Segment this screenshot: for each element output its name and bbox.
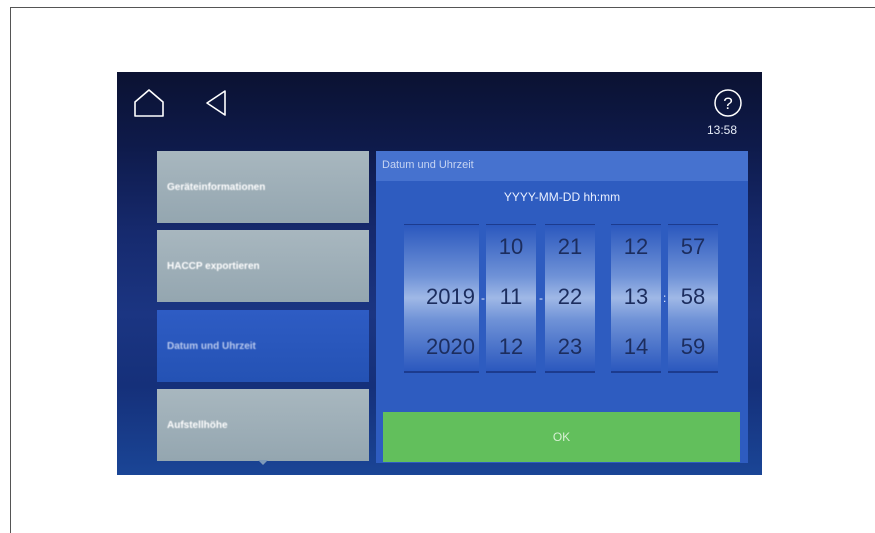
hour-prev[interactable]: 12 xyxy=(611,234,661,260)
svg-text:?: ? xyxy=(723,94,732,113)
menu-item-label: Geräteinformationen xyxy=(167,181,266,193)
help-icon[interactable]: ? xyxy=(713,88,743,118)
clock-display: 13:58 xyxy=(707,123,738,137)
hour-picker[interactable]: 12 13 14 xyxy=(611,224,661,373)
year-picker[interactable]: 2019 2020 xyxy=(404,224,479,373)
menu-item-altitude[interactable]: Aufstellhöhe xyxy=(157,389,369,461)
date-time-panel: Datum und Uhrzeit YYYY-MM-DD hh:mm 2019 … xyxy=(376,151,748,463)
scroll-down-icon[interactable] xyxy=(258,460,268,465)
minute-prev[interactable]: 57 xyxy=(668,234,718,260)
year-next[interactable]: 2020 xyxy=(404,334,479,360)
ok-button[interactable]: OK xyxy=(383,412,740,462)
device-screen: ? 13:58 Geräteinformationen HACCP export… xyxy=(117,72,762,475)
menu-item-haccp-export[interactable]: HACCP exportieren xyxy=(157,230,369,302)
format-hint: YYYY-MM-DD hh:mm xyxy=(503,190,621,204)
back-icon[interactable] xyxy=(203,88,229,118)
time-separator: : xyxy=(663,291,667,305)
minute-next[interactable]: 59 xyxy=(668,334,718,360)
month-prev[interactable]: 10 xyxy=(486,234,536,260)
year-current[interactable]: 2019 xyxy=(404,284,479,310)
month-picker[interactable]: 10 11 12 xyxy=(486,224,536,373)
home-icon[interactable] xyxy=(133,88,165,118)
day-prev[interactable]: 21 xyxy=(545,234,595,260)
menu-item-label: Datum und Uhrzeit xyxy=(167,340,256,352)
menu-item-label: Aufstellhöhe xyxy=(167,419,228,431)
month-current[interactable]: 11 xyxy=(486,284,536,310)
panel-title: Datum und Uhrzeit xyxy=(376,151,748,181)
day-picker[interactable]: 21 22 23 xyxy=(545,224,595,373)
menu-item-label: HACCP exportieren xyxy=(167,260,260,272)
menu-item-device-info[interactable]: Geräteinformationen xyxy=(157,151,369,223)
menu-item-date-time[interactable]: Datum und Uhrzeit xyxy=(157,310,369,382)
hour-next[interactable]: 14 xyxy=(611,334,661,360)
day-next[interactable]: 23 xyxy=(545,334,595,360)
date-separator: - xyxy=(481,291,485,305)
minute-picker[interactable]: 57 58 59 xyxy=(668,224,718,373)
day-current[interactable]: 22 xyxy=(545,284,595,310)
date-separator: - xyxy=(539,291,543,305)
minute-current[interactable]: 58 xyxy=(668,284,718,310)
month-next[interactable]: 12 xyxy=(486,334,536,360)
hour-current[interactable]: 13 xyxy=(611,284,661,310)
